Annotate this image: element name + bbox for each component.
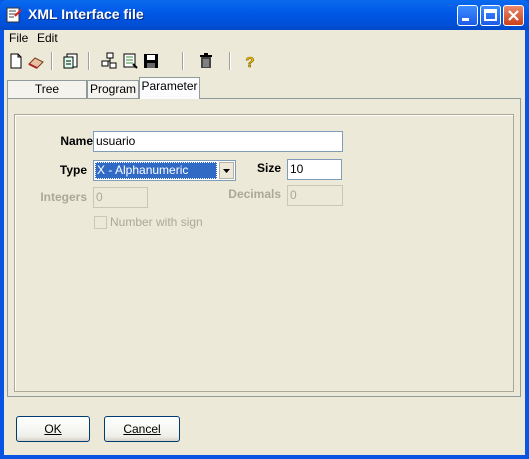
dropdown-button[interactable]: [219, 162, 234, 179]
minimize-icon: [462, 18, 469, 21]
sign-checkbox-label: Number with sign: [110, 215, 203, 229]
ok-button[interactable]: OK: [16, 416, 90, 442]
integers-label: Integers: [40, 190, 87, 204]
size-field[interactable]: 10: [287, 159, 342, 180]
close-button[interactable]: [503, 5, 524, 26]
decimals-label: Decimals: [228, 187, 281, 201]
program-icon[interactable]: [121, 52, 139, 70]
save-icon[interactable]: [142, 52, 160, 70]
tree-icon[interactable]: [100, 52, 118, 70]
new-icon[interactable]: [7, 52, 25, 70]
open-icon[interactable]: [27, 52, 45, 70]
sign-checkbox[interactable]: [94, 216, 107, 229]
window-title: XML Interface file: [28, 6, 144, 22]
menu-bar: File Edit: [4, 30, 525, 48]
tab-tree-programs[interactable]: Tree Programs: [7, 80, 87, 113]
ok-button-label: OK: [44, 422, 62, 436]
maximize-icon: [484, 9, 497, 21]
toolbar-separator: [88, 52, 90, 70]
chevron-down-icon: [223, 169, 230, 173]
cancel-button-label: Cancel: [123, 422, 161, 436]
integers-field[interactable]: 0: [93, 187, 148, 208]
client-area: File Edit ? Tree Program Parameter Name …: [4, 30, 525, 455]
type-select-value: X - Alphanumeric: [95, 162, 217, 179]
tab-strip: Tree Programs Program Parameter: [4, 77, 525, 113]
cancel-button[interactable]: Cancel: [104, 416, 180, 442]
toolbar-separator: [229, 52, 231, 70]
tab-parameter[interactable]: Parameter: [139, 77, 200, 99]
application-window: XML Interface file File Edit ? Tree Prog…: [0, 0, 529, 459]
name-label: Name: [60, 134, 93, 148]
maximize-button[interactable]: [480, 5, 501, 26]
tab-program[interactable]: Program: [87, 80, 139, 99]
app-icon: [6, 7, 22, 23]
type-label: Type: [59, 163, 87, 177]
type-select[interactable]: X - Alphanumeric: [93, 160, 236, 181]
parameter-panel: Name usuario Type X - Alphanumeric Size …: [7, 98, 521, 397]
toolbar-separator: [182, 52, 184, 70]
delete-icon[interactable]: [197, 52, 215, 70]
size-label: Size: [256, 161, 281, 175]
toolbar-separator: [51, 52, 53, 70]
menu-file[interactable]: File: [9, 31, 28, 45]
help-icon[interactable]: ?: [241, 52, 259, 70]
close-icon: [508, 10, 519, 21]
properties-icon[interactable]: [62, 52, 80, 70]
menu-edit[interactable]: Edit: [37, 31, 58, 45]
svg-text:?: ?: [245, 54, 254, 70]
title-bar[interactable]: XML Interface file: [0, 0, 529, 30]
decimals-field[interactable]: 0: [287, 185, 343, 206]
toolbar: ?: [4, 49, 525, 73]
name-field[interactable]: usuario: [93, 131, 343, 152]
parameter-group: Name usuario Type X - Alphanumeric Size …: [14, 114, 514, 392]
minimize-button[interactable]: [457, 5, 478, 26]
